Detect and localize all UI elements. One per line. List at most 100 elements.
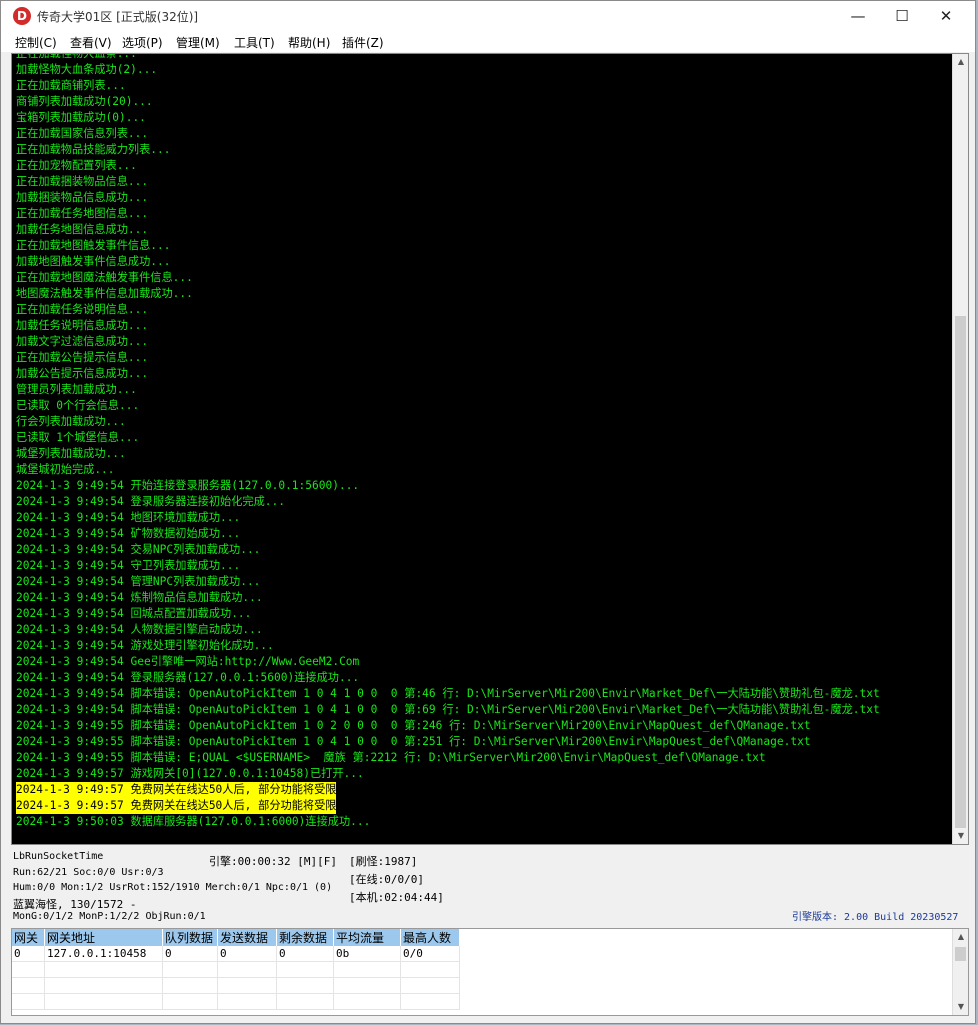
col-address[interactable]: 网关地址 [44, 929, 163, 946]
log-scrollbar[interactable]: ▲ ▼ [952, 54, 968, 844]
menu-manage[interactable]: 管理(M) [176, 34, 220, 51]
table-scroll-up-icon[interactable]: ▲ [953, 929, 968, 945]
window-title: 传奇大学01区 [正式版(32位)] [37, 10, 199, 24]
menu-control[interactable]: 控制(C) [15, 34, 57, 51]
log-line-text: 正在加载国家信息列表... [16, 127, 149, 140]
log-line-text: 宝箱列表加载成功(0)... [16, 111, 146, 124]
log-line: 正在加载地图触发事件信息... [16, 238, 880, 254]
log-line: 正在加载国家信息列表... [16, 126, 880, 142]
log-line-text: 加载地图触发事件信息成功... [16, 255, 171, 268]
log-line: 正在加宠物配置列表... [16, 158, 880, 174]
cell-max-users: 0/0 [400, 946, 460, 962]
maximize-icon: ☐ [895, 7, 909, 25]
table-row-empty [12, 993, 460, 1010]
log-line: 正在加载任务说明信息... [16, 302, 880, 318]
log-line-text: 2024-1-3 9:49:54 回城点配置加载成功... [16, 607, 252, 620]
log-line: 加载任务地图信息成功... [16, 222, 880, 238]
log-line: 加载任务说明信息成功... [16, 318, 880, 334]
menu-view[interactable]: 查看(V) [70, 34, 112, 51]
log-scroll-thumb[interactable] [955, 316, 966, 828]
log-line: 2024-1-3 9:49:54 开始连接登录服务器(127.0.0.1:560… [16, 478, 880, 494]
log-line-text: 2024-1-3 9:49:55 脚本错误: OpenAutoPickItem … [16, 719, 811, 732]
log-line: 已读取 1个城堡信息... [16, 430, 880, 446]
log-console[interactable]: 正在加载怪物大血条... 加载怪物大血条成功(2)... 正在加载商铺列表... 商铺… [11, 53, 969, 845]
table-scrollbar[interactable]: ▲ ▼ [952, 929, 968, 1015]
server-window: D 传奇大学01区 [正式版(32位)] — ☐ ✕ 控制(C) 查看(V) 选… [0, 0, 976, 1024]
log-line: 商铺列表加载成功(20)... [16, 94, 880, 110]
log-line-text: 2024-1-3 9:49:54 守卫列表加载成功... [16, 559, 241, 572]
status-refresh-monster: [刷怪:1987] [349, 855, 418, 868]
title-bar: D 传奇大学01区 [正式版(32位)] — ☐ ✕ [1, 1, 975, 31]
log-line: 地图魔法触发事件信息加载成功... [16, 286, 880, 302]
log-line: 加载公告提示信息成功... [16, 366, 880, 382]
log-line: 2024-1-3 9:49:57 游戏网关[0](127.0.0.1:10458… [16, 766, 880, 782]
log-line: 2024-1-3 9:49:54 登录服务器(127.0.0.1:5600)连接… [16, 670, 880, 686]
log-line: 已读取 0个行会信息... [16, 398, 880, 414]
table-row-empty [12, 961, 460, 978]
maximize-button[interactable]: ☐ [879, 1, 925, 31]
status-local: [本机:02:04:44] [349, 891, 444, 904]
scroll-down-icon[interactable]: ▼ [953, 828, 968, 844]
cell-avg-traffic: 0b [333, 946, 401, 962]
log-line-text: 正在加载任务说明信息... [16, 303, 149, 316]
log-line: 2024-1-3 9:49:54 人物数据引擎启动成功... [16, 622, 880, 638]
close-button[interactable]: ✕ [923, 1, 969, 31]
status-socket: LbRunSocketTime [13, 851, 104, 862]
log-line-text: 正在加载任务地图信息... [16, 207, 149, 220]
table-scroll-down-icon[interactable]: ▼ [953, 999, 968, 1015]
log-line: 城堡城初始完成... [16, 462, 880, 478]
log-line: 加载怪物大血条成功(2)... [16, 62, 880, 78]
log-line-text: 管理员列表加载成功... [16, 383, 137, 396]
status-online: [在线:0/0/0] [349, 873, 424, 886]
log-line-text: 加载怪物大血条成功(2)... [16, 63, 158, 76]
menu-help[interactable]: 帮助(H) [288, 34, 330, 51]
menu-tools[interactable]: 工具(T) [234, 34, 275, 51]
log-line: 2024-1-3 9:49:55 脚本错误: OpenAutoPickItem … [16, 718, 880, 734]
log-line-text: 加载任务地图信息成功... [16, 223, 149, 236]
log-line-text: 已读取 1个城堡信息... [16, 431, 140, 444]
col-max-users[interactable]: 最高人数 [400, 929, 460, 946]
col-avg-traffic[interactable]: 平均流量 [333, 929, 401, 946]
log-line: 正在加载任务地图信息... [16, 206, 880, 222]
col-queue[interactable]: 队列数据 [162, 929, 218, 946]
status-engine-time: 引擎:00:00:32 [M][F] [209, 855, 337, 868]
log-lines: 正在加载怪物大血条... 加载怪物大血条成功(2)... 正在加载商铺列表... 商铺… [16, 53, 880, 830]
status-hum: Hum:0/0 Mon:1/2 UsrRot:152/1910 Merch:0/… [13, 882, 333, 893]
minimize-button[interactable]: — [835, 1, 881, 31]
log-line: 加载地图触发事件信息成功... [16, 254, 880, 270]
log-line-text: 正在加载怪物大血条... [16, 53, 137, 60]
col-sent[interactable]: 发送数据 [217, 929, 277, 946]
scroll-up-icon[interactable]: ▲ [953, 54, 968, 70]
log-line-text: 2024-1-3 9:49:55 脚本错误: OpenAutoPickItem … [16, 735, 811, 748]
log-line: 正在加载商铺列表... [16, 78, 880, 94]
log-line-text: 加载公告提示信息成功... [16, 367, 149, 380]
log-line: 2024-1-3 9:49:54 管理NPC列表加载成功... [16, 574, 880, 590]
log-line-text: 行会列表加载成功... [16, 415, 126, 428]
log-line: 2024-1-3 9:49:54 守卫列表加载成功... [16, 558, 880, 574]
status-panel: LbRunSocketTime 引擎:00:00:32 [M][F] [刷怪:1… [11, 849, 969, 925]
log-line-text: 2024-1-3 9:49:54 Gee引擎唯一网站:http://Www.Ge… [16, 655, 360, 668]
table-row[interactable]: 0 127.0.0.1:10458 0 0 0 0b 0/0 [12, 946, 460, 962]
log-line-text: 加载捆装物品信息成功... [16, 191, 149, 204]
cell-queue: 0 [162, 946, 218, 962]
minimize-icon: — [850, 7, 866, 25]
log-line: 正在加载怪物大血条... [16, 53, 880, 62]
col-remaining[interactable]: 剩余数据 [276, 929, 334, 946]
cell-remaining: 0 [276, 946, 334, 962]
log-line: 宝箱列表加载成功(0)... [16, 110, 880, 126]
table-scroll-thumb[interactable] [955, 947, 966, 961]
menu-options[interactable]: 选项(P) [122, 34, 163, 51]
app-logo-icon[interactable]: D [13, 7, 31, 25]
log-line-text: 2024-1-3 9:49:57 免费网关在线达50人后, 部分功能将受限 [16, 782, 337, 798]
log-line: 管理员列表加载成功... [16, 382, 880, 398]
log-line-text: 已读取 0个行会信息... [16, 399, 140, 412]
log-line: 2024-1-3 9:49:54 交易NPC列表加载成功... [16, 542, 880, 558]
cell-sent: 0 [217, 946, 277, 962]
log-line: 2024-1-3 9:49:54 游戏处理引擎初始化成功... [16, 638, 880, 654]
col-gateway[interactable]: 网关 [12, 929, 45, 946]
log-line-text: 2024-1-3 9:49:54 登录服务器连接初始化完成... [16, 495, 285, 508]
log-line: 2024-1-3 9:49:54 炼制物品信息加载成功... [16, 590, 880, 606]
log-line: 2024-1-3 9:49:57 免费网关在线达50人后, 部分功能将受限 [16, 798, 880, 814]
log-line-text: 加载文字过滤信息成功... [16, 335, 149, 348]
menu-plugins[interactable]: 插件(Z) [342, 34, 384, 51]
